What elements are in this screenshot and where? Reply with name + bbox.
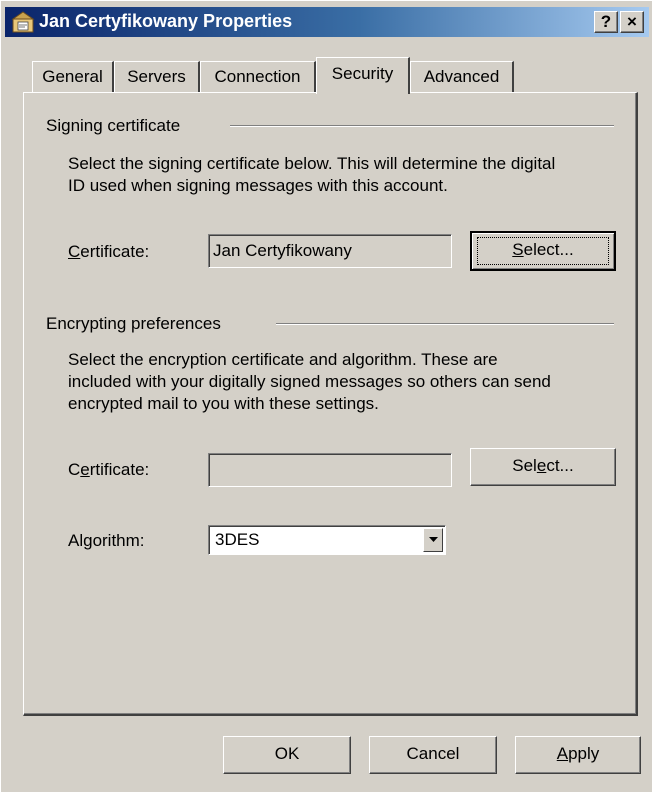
close-icon: × (627, 12, 637, 31)
signing-group-label: Signing certificate (46, 116, 181, 135)
encrypting-description-line1: Select the encryption certificate and al… (68, 350, 498, 369)
properties-dialog: Jan Certyfikowany Properties ? × General… (0, 0, 652, 792)
close-button[interactable]: × (620, 11, 644, 33)
encrypting-group-label: Encrypting preferences (46, 314, 221, 333)
help-button[interactable]: ? (594, 11, 618, 33)
encrypting-group-divider (276, 323, 614, 325)
tab-general[interactable]: General (32, 61, 114, 92)
cancel-button[interactable]: Cancel (369, 736, 497, 774)
ok-button[interactable]: OK (223, 736, 351, 774)
encrypting-description-line3: encrypted mail to you with these setting… (68, 394, 379, 413)
encrypting-certificate-field[interactable] (208, 453, 452, 487)
algorithm-label: Algorithm: (68, 531, 145, 550)
encrypting-description-line2: included with your digitally signed mess… (68, 372, 551, 391)
signing-certificate-label: Certificate: (68, 242, 150, 261)
encrypting-select-label: Select... (512, 456, 574, 475)
algorithm-dropdown[interactable]: 3DES (208, 525, 446, 555)
signing-certificate-field[interactable]: Jan Certyfikowany (208, 234, 452, 268)
algorithm-value: 3DES (215, 530, 260, 549)
signing-select-label: Select... (512, 240, 574, 259)
signing-select-button[interactable]: Select... (470, 231, 616, 271)
tab-connection[interactable]: Connection (200, 61, 316, 92)
tab-servers[interactable]: Servers (114, 61, 200, 92)
encrypting-select-button[interactable]: Select... (470, 448, 616, 486)
security-tab-page: Signing certificate Select the signing c… (23, 92, 638, 716)
signing-description-line1: Select the signing certificate below. Th… (68, 154, 556, 173)
chevron-down-icon[interactable] (423, 528, 443, 552)
tab-security[interactable]: Security (316, 57, 410, 94)
apply-label: Apply (556, 744, 600, 763)
signing-description-line2: ID used when signing messages with this … (68, 176, 448, 195)
signing-group-divider (230, 125, 614, 127)
apply-button[interactable]: Apply (515, 736, 641, 774)
window-title: Jan Certyfikowany Properties (39, 11, 293, 31)
account-properties-icon (11, 10, 35, 34)
title-bar[interactable]: Jan Certyfikowany Properties ? × (5, 7, 649, 37)
tab-advanced[interactable]: Advanced (410, 61, 514, 92)
encrypting-certificate-label: Certificate: (68, 460, 150, 479)
